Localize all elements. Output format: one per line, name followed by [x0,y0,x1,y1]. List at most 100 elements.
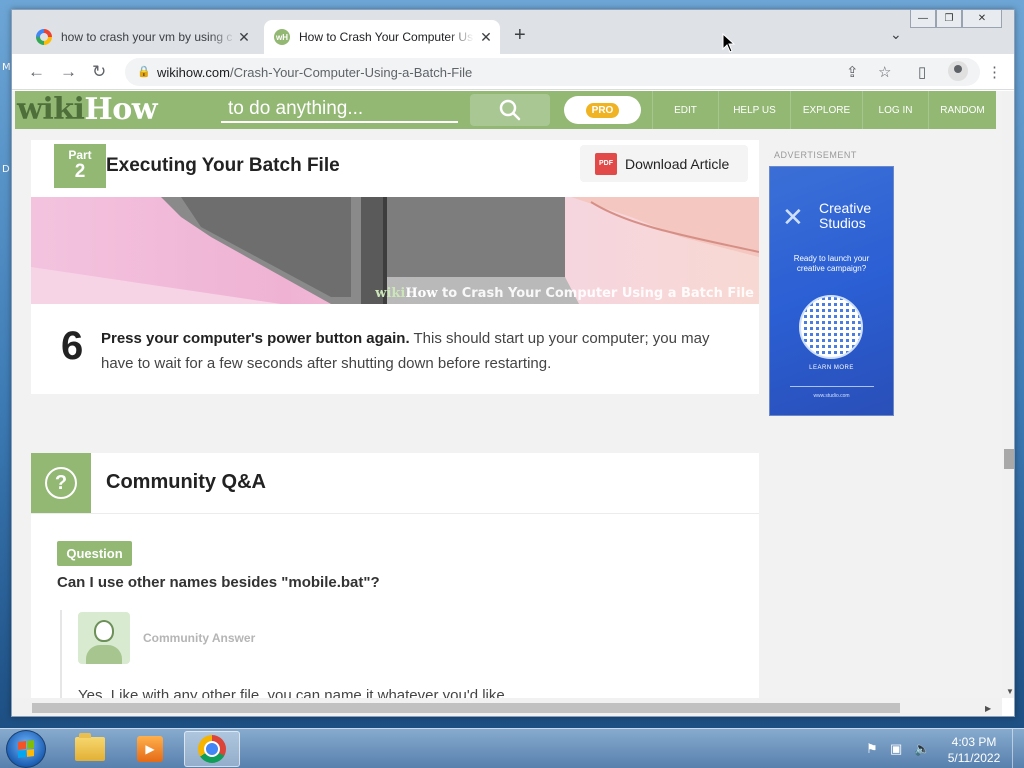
back-button[interactable]: ← [28,62,45,82]
page-viewport: wikiHow to do anything... PRO EDIT HELP … [12,91,1002,698]
nav-help-us[interactable]: HELP US [718,91,790,129]
avatar-body [86,645,122,664]
clock-time: 4:03 PM [951,735,997,749]
part-label: Part [68,148,92,162]
show-desktop-button[interactable] [1012,729,1024,768]
search-icon [499,99,521,121]
nav-explore[interactable]: EXPLORE [790,91,862,129]
taskbar-explorer[interactable] [62,731,118,767]
part-badge: Part 2 [54,144,106,188]
ad-brand-line: Studios [819,215,866,231]
url-text[interactable]: wikihow.com/Crash-Your-Computer-Using-a-… [157,65,472,80]
windows-logo-icon [18,740,34,758]
advertisement-banner[interactable]: ✕ Creative Studios Ready to launch your c… [769,166,894,416]
wikihow-logo[interactable]: wikiHow [17,92,158,127]
qa-divider [31,513,759,514]
forward-button[interactable]: → [60,62,77,82]
tab-active[interactable]: wH How to Crash Your Computer Usi ✕ [264,20,500,54]
qa-title: Community Q&A [106,471,266,493]
wikihow-header: wikiHow to do anything... PRO EDIT HELP … [15,91,996,129]
mouse-cursor-icon [722,33,736,53]
side-panel-icon[interactable]: ▯ [918,63,926,81]
ad-logo-icon: ✕ [782,202,804,232]
download-article-button[interactable]: PDF Download Article [580,145,748,182]
tab-close-icon[interactable]: ✕ [236,29,252,46]
image-watermark: wikiHow to Crash Your Computer Using a B… [375,286,754,301]
scroll-right-arrow-icon[interactable]: ▶ [985,704,991,713]
menu-kebab-icon[interactable]: ⋮ [987,63,1002,81]
desktop-icon-label[interactable]: D [2,164,10,175]
url-path: /Crash-Your-Computer-Using-a-Batch-File [229,65,473,80]
new-tab-button[interactable]: + [514,25,526,45]
tab-close-icon[interactable]: ✕ [478,29,494,46]
caption-how: How [405,286,438,301]
ad-learn-more[interactable]: LEARN MORE [770,365,893,371]
volume-icon[interactable]: 🔈 [914,741,930,757]
desktop-icon-label[interactable]: M [2,62,11,73]
clock-date: 5/11/2022 [947,751,1001,765]
address-bar[interactable]: 🔒 wikihow.com/Crash-Your-Computer-Using-… [125,58,980,86]
wikihow-favicon-icon: wH [274,29,290,45]
lock-icon[interactable]: 🔒 [137,65,151,78]
ad-url: www.studio.com [813,393,850,399]
share-icon[interactable]: ⇪ [846,63,859,81]
vertical-scroll-thumb[interactable] [1004,449,1014,469]
pdf-icon: PDF [595,152,617,175]
vertical-scrollbar[interactable]: ▼ [1002,91,1014,698]
ad-tagline: Ready to launch your creative campaign? [793,254,870,273]
question-text: Can I use other names besides "mobile.ba… [57,574,380,591]
tab-title: How to Crash Your Computer Usi [299,30,474,44]
horizontal-scrollbar[interactable]: ▶ [12,698,1002,716]
answer-rule [60,610,62,698]
search-input[interactable]: to do anything... [221,97,458,123]
network-icon[interactable]: ▣ [890,741,902,757]
chrome-window: how to crash your vm by using c ✕ wH How… [11,9,1015,717]
community-answer-label: Community Answer [143,631,256,645]
pro-button[interactable]: PRO [564,96,641,124]
step-text: Press your computer's power button again… [101,326,721,376]
maximize-button[interactable]: ❐ [936,10,962,28]
google-favicon-icon [36,29,52,45]
tab-search-icon[interactable]: ⌄ [890,26,902,43]
nav-random[interactable]: RANDOM [928,91,996,129]
tab-strip: how to crash your vm by using c ✕ wH How… [12,10,1014,54]
scroll-down-arrow-icon[interactable]: ▼ [1006,687,1014,696]
reload-button[interactable]: ↻ [92,62,106,82]
horizontal-scroll-thumb[interactable] [32,703,900,713]
start-button[interactable] [6,730,46,768]
tab-title: how to crash your vm by using c [61,30,233,44]
minimize-button[interactable]: — [910,10,936,28]
profile-avatar-icon[interactable] [948,61,968,81]
search-button[interactable] [470,94,550,126]
answer-text: Yes. Like with any other file, you can n… [78,687,509,698]
system-clock[interactable]: 4:03 PM 5/11/2022 [944,734,1004,766]
question-mark-icon: ? [45,467,77,499]
caption-wiki: wiki [375,286,406,301]
qr-code-icon [799,295,863,359]
bookmark-star-icon[interactable]: ☆ [878,63,891,81]
ad-divider [790,386,874,387]
tab-inactive[interactable]: how to crash your vm by using c ✕ [24,20,258,54]
browser-toolbar: ← → ↻ 🔒 wikihow.com/Crash-Your-Computer-… [12,54,1014,90]
step-illustration[interactable]: wikiHow to Crash Your Computer Using a B… [31,197,759,304]
nav-log-in[interactable]: LOG IN [862,91,928,129]
question-badge: Question [57,541,132,566]
advertisement-label: ADVERTISEMENT [774,150,857,160]
taskbar-media-player[interactable]: ▶ [122,731,178,767]
logo-part-wiki: wiki [17,92,85,127]
part-title: Executing Your Batch File [106,155,340,176]
nav-edit[interactable]: EDIT [652,91,718,129]
pro-badge: PRO [585,102,620,118]
close-window-button[interactable]: ✕ [962,10,1002,28]
ad-brand: Creative Studios [819,201,871,231]
window-controls: — ❐ ✕ [910,10,1002,28]
url-host: wikihow.com [157,65,230,80]
action-center-flag-icon[interactable]: ⚑ [866,741,878,757]
chrome-icon [198,735,226,763]
logo-part-how: How [84,92,158,127]
download-article-label: Download Article [625,155,730,172]
avatar [78,612,130,664]
part-number: 2 [74,161,86,182]
taskbar-chrome[interactable] [184,731,240,767]
step-bold-text: Press your computer's power button again… [101,330,410,347]
